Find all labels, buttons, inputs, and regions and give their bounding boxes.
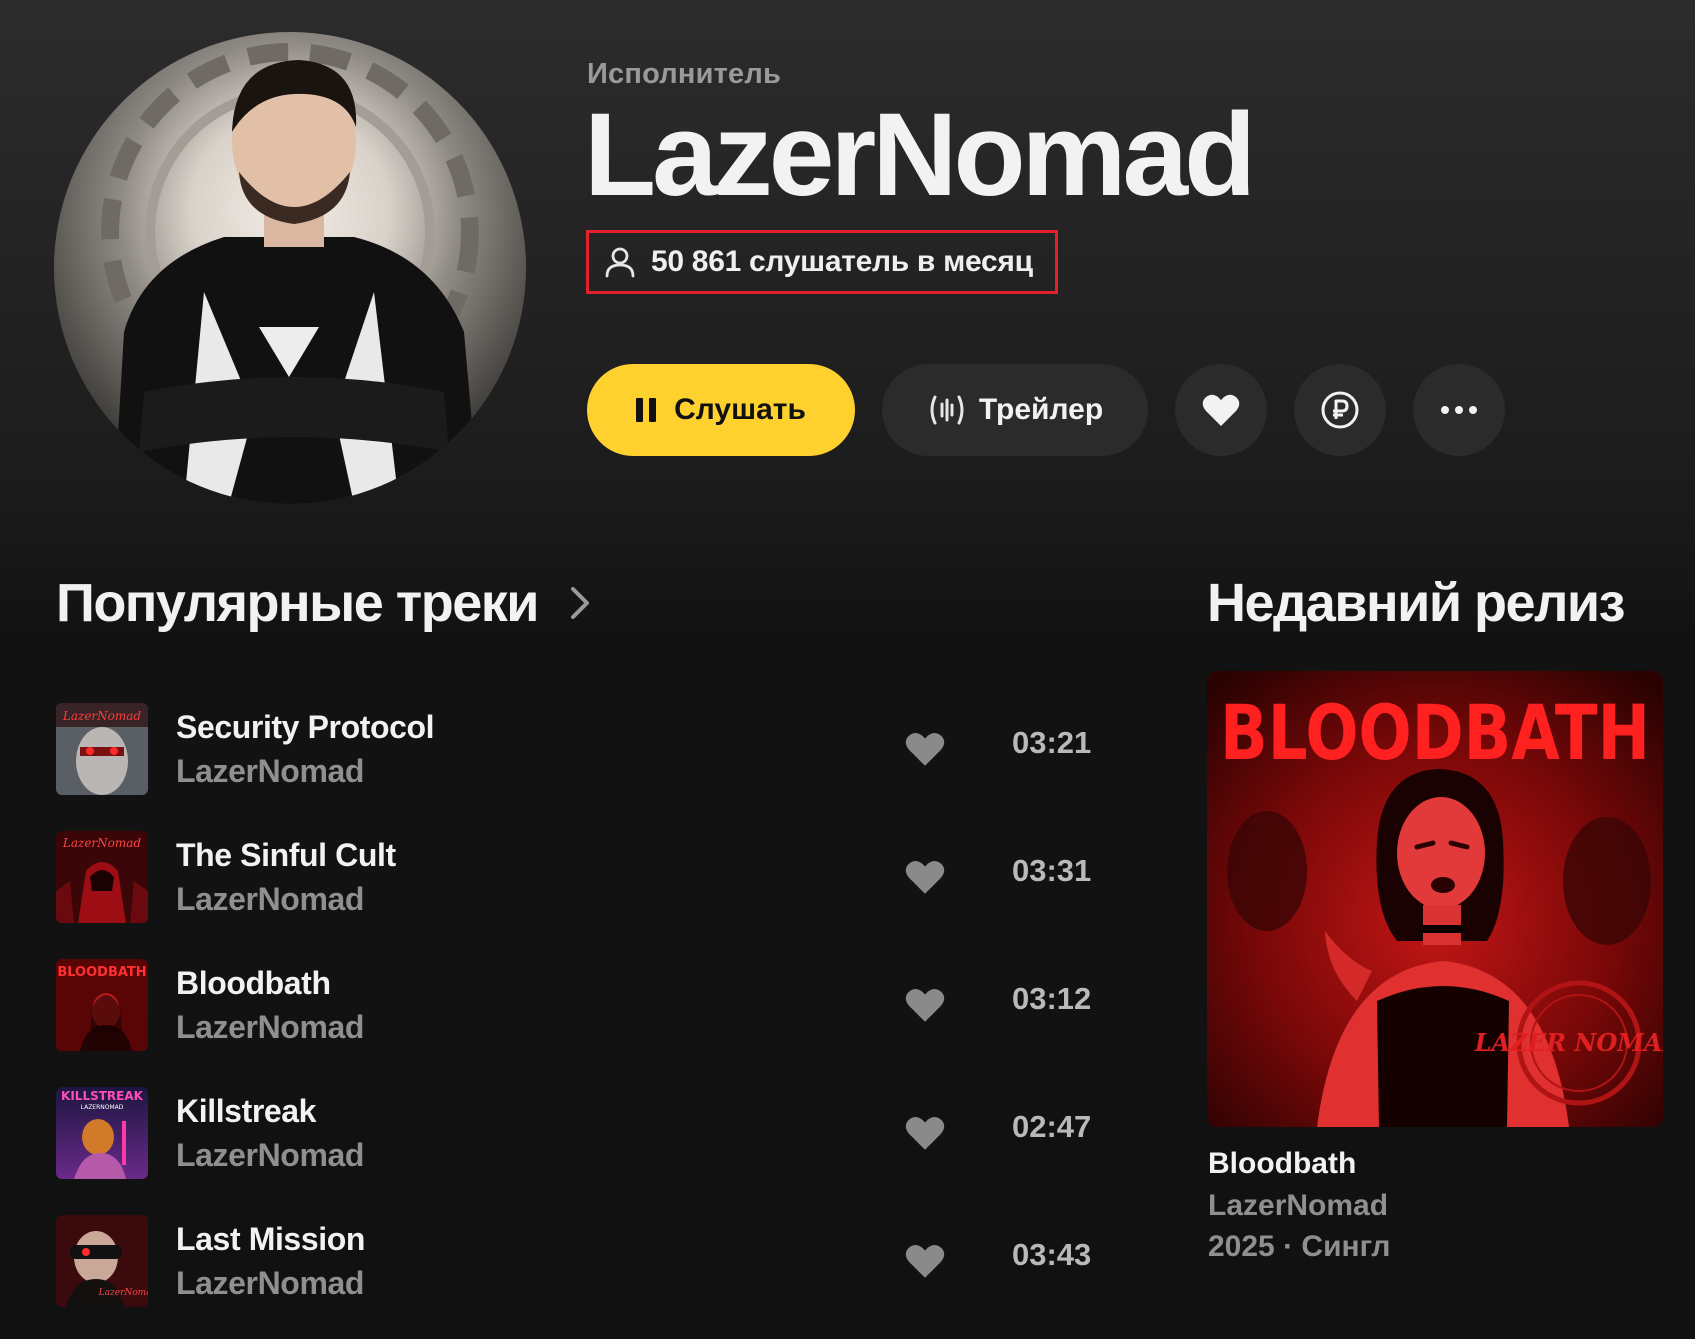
track-cover: BLOODBATH <box>56 959 148 1051</box>
artist-actions: Слушать Трейлер <box>587 364 1505 456</box>
more-button[interactable] <box>1413 364 1505 456</box>
heart-icon[interactable] <box>904 729 946 769</box>
track-title[interactable]: The Sinful Cult <box>176 833 816 877</box>
artist-photo <box>54 32 526 504</box>
artist-avatar <box>54 32 526 504</box>
track-row[interactable]: KILLSTREAK LAZERNOMAD Killstreak LazerNo… <box>56 1069 1106 1197</box>
heart-icon[interactable] <box>904 857 946 897</box>
track-cover-text: KILLSTREAK <box>61 1089 144 1103</box>
track-artist[interactable]: LazerNomad <box>176 1005 816 1049</box>
recent-release-title: Недавний релиз <box>1207 573 1625 633</box>
trailer-wave-icon <box>930 395 964 425</box>
track-cover-text: LazerNomad <box>62 836 142 850</box>
monthly-listeners-text: 50 861 слушатель в месяц <box>651 245 1033 278</box>
trailer-button[interactable]: Трейлер <box>882 364 1148 456</box>
track-cover: LazerNomad <box>56 703 148 795</box>
monthly-listeners: 50 861 слушатель в месяц <box>586 230 1058 294</box>
listen-button-label: Слушать <box>674 393 806 426</box>
track-cover-text: BLOODBATH <box>57 965 146 980</box>
track-artist[interactable]: LazerNomad <box>176 1261 816 1305</box>
track-row[interactable]: LazerNomad The Sinful Cult LazerNomad 03… <box>56 813 1106 941</box>
popular-tracks-header[interactable]: Популярные треки <box>56 572 594 634</box>
release-artist[interactable]: LazerNomad <box>1208 1189 1388 1223</box>
track-title[interactable]: Security Protocol <box>176 705 816 749</box>
release-cover-logo: LAZER NOMAD <box>1474 1028 1663 1057</box>
track-cover: LazerNomad <box>56 1215 148 1307</box>
more-dots-icon <box>1441 406 1477 414</box>
track-title[interactable]: Killstreak <box>176 1089 816 1133</box>
pause-icon <box>636 398 657 422</box>
release-cover-text: BLOODBATH <box>1220 688 1650 777</box>
ruble-icon <box>1321 391 1359 429</box>
heart-icon <box>1202 394 1240 426</box>
track-duration: 03:21 <box>1012 725 1092 760</box>
user-icon <box>605 247 635 278</box>
track-row[interactable]: BLOODBATH Bloodbath LazerNomad 03:12 <box>56 941 1106 1069</box>
track-duration: 03:12 <box>1012 981 1092 1016</box>
artist-name: LazerNomad <box>584 89 1256 221</box>
track-cover-text: LazerNomad <box>98 1288 148 1298</box>
popular-tracks-title: Популярные треки <box>56 573 540 633</box>
track-artist[interactable]: LazerNomad <box>176 749 816 793</box>
listen-button[interactable]: Слушать <box>587 364 855 456</box>
release-artwork: LAZER NOMAD BLOODBATH <box>1207 671 1663 1127</box>
track-artist[interactable]: LazerNomad <box>176 1133 816 1177</box>
track-duration: 03:43 <box>1012 1237 1092 1272</box>
heart-icon[interactable] <box>904 1241 946 1281</box>
heart-icon[interactable] <box>904 985 946 1025</box>
donate-button[interactable] <box>1294 364 1386 456</box>
popular-tracks-list: LazerNomad Security Protocol LazerNomad … <box>56 685 1106 1325</box>
track-duration: 03:31 <box>1012 853 1092 888</box>
track-artist[interactable]: LazerNomad <box>176 877 816 921</box>
track-row[interactable]: LazerNomad Security Protocol LazerNomad … <box>56 685 1106 813</box>
track-title[interactable]: Bloodbath <box>176 961 816 1005</box>
track-cover: LazerNomad <box>56 831 148 923</box>
like-artist-button[interactable] <box>1175 364 1267 456</box>
heart-icon[interactable] <box>904 1113 946 1153</box>
trailer-button-label: Трейлер <box>978 393 1104 426</box>
track-cover-subtext: LAZERNOMAD <box>81 1104 124 1111</box>
chevron-right-icon <box>571 587 589 619</box>
release-cover[interactable]: LAZER NOMAD BLOODBATH <box>1207 671 1663 1127</box>
track-cover: KILLSTREAK LAZERNOMAD <box>56 1087 148 1179</box>
release-title[interactable]: Bloodbath <box>1208 1147 1356 1181</box>
track-row[interactable]: LazerNomad Last Mission LazerNomad 03:43 <box>56 1197 1106 1325</box>
track-duration: 02:47 <box>1012 1109 1092 1144</box>
track-cover-text: LazerNomad <box>62 709 142 723</box>
track-title[interactable]: Last Mission <box>176 1217 816 1261</box>
release-meta: 2025 · Сингл <box>1208 1230 1391 1263</box>
artist-role-label: Исполнитель <box>587 58 782 90</box>
